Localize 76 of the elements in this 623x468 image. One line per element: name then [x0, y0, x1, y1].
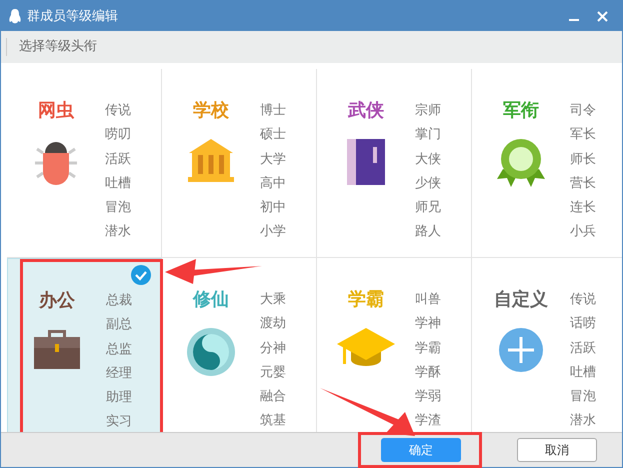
level-name: 少侠: [415, 174, 441, 193]
card-title: 军衔: [503, 99, 539, 123]
title-card[interactable]: 学校 博士 硕士 大学 高中 初中 小学: [162, 69, 317, 258]
yin-yang-icon: [187, 328, 235, 376]
level-name: 学酥: [415, 364, 441, 382]
title-card[interactable]: 办公 总裁 副总 总监 经理 助理 实习: [7, 258, 162, 432]
medal-icon: [497, 139, 545, 189]
level-name: 渡劫: [260, 315, 286, 334]
level-name: 初中: [260, 199, 286, 218]
card-title: 武侠: [348, 99, 384, 123]
level-name: 吐槽: [105, 174, 131, 193]
card-title: 修仙: [193, 288, 229, 312]
title-card[interactable]: 武侠 宗师 掌门 大侠 少侠 师兄 路人: [317, 69, 472, 258]
add-icon: [499, 328, 543, 372]
level-name: 副总: [106, 316, 132, 334]
close-icon: [597, 10, 608, 22]
level-name: 大侠: [415, 150, 441, 169]
level-name: 总监: [106, 340, 132, 359]
level-name: 冒泡: [570, 388, 596, 406]
cancel-button[interactable]: 取消: [517, 438, 597, 462]
level-name: 军长: [570, 126, 596, 144]
level-name: 学神: [415, 315, 441, 334]
level-name: 分神: [260, 340, 286, 358]
level-name: 经理: [106, 364, 132, 383]
level-name: 大乘: [260, 291, 286, 309]
title-card[interactable]: 军衔 司令 军长 师长 营长 连长 小兵: [472, 69, 622, 258]
level-name: 冒泡: [105, 199, 131, 218]
card-title: 自定义: [494, 288, 548, 312]
level-name: 潜水: [105, 223, 131, 242]
level-name: 硕士: [260, 126, 286, 144]
level-name: 话唠: [570, 315, 596, 334]
level-name: 潜水: [570, 412, 596, 430]
level-name: 筑基: [260, 412, 286, 430]
briefcase-icon: [34, 329, 80, 369]
level-name: 唠叨: [105, 126, 131, 144]
level-name: 学弱: [415, 388, 441, 406]
level-name: 传说: [105, 102, 131, 120]
book-icon: [347, 139, 385, 185]
title-card[interactable]: 网虫 传说 唠叨 活跃 吐槽 冒泡 潜水: [7, 69, 162, 258]
level-name: 元婴: [260, 364, 286, 382]
level-name: 师长: [570, 150, 596, 169]
level-name: 宗师: [415, 102, 441, 120]
card-title: 办公: [39, 289, 75, 313]
level-name: 活跃: [570, 340, 596, 358]
window-title: 群成员等级编辑: [27, 8, 119, 25]
level-name: 营长: [570, 174, 596, 193]
level-name: 融合: [260, 388, 286, 406]
level-name: 小学: [260, 223, 286, 242]
level-name: 学渣: [415, 412, 441, 430]
level-name: 实习: [106, 413, 132, 432]
card-title: 网虫: [38, 99, 74, 123]
section-label: 选择等级头衔: [6, 38, 97, 56]
level-name: 学霸: [415, 340, 441, 358]
minimize-icon: [569, 19, 579, 21]
level-name: 博士: [260, 102, 286, 120]
level-name: 叫兽: [415, 291, 441, 309]
level-name: 小兵: [570, 223, 596, 242]
building-icon: [188, 139, 234, 183]
penguin-icon: [9, 8, 21, 24]
level-name: 总裁: [106, 292, 132, 310]
level-name: 助理: [106, 389, 132, 408]
level-name: 高中: [260, 174, 286, 193]
level-name: 司令: [570, 102, 596, 120]
level-name: 路人: [415, 223, 441, 242]
level-name: 吐槽: [570, 364, 596, 382]
confirm-button[interactable]: 确定: [381, 438, 461, 462]
level-name: 连长: [570, 199, 596, 218]
card-title: 学霸: [348, 288, 384, 312]
level-name: 掌门: [415, 126, 441, 144]
level-name: 师兄: [415, 199, 441, 218]
bug-icon: [33, 139, 79, 185]
check-icon: [131, 265, 151, 285]
level-name: 传说: [570, 291, 596, 309]
level-name: 活跃: [105, 150, 131, 169]
level-name: 大学: [260, 150, 286, 169]
card-title: 学校: [193, 99, 229, 123]
